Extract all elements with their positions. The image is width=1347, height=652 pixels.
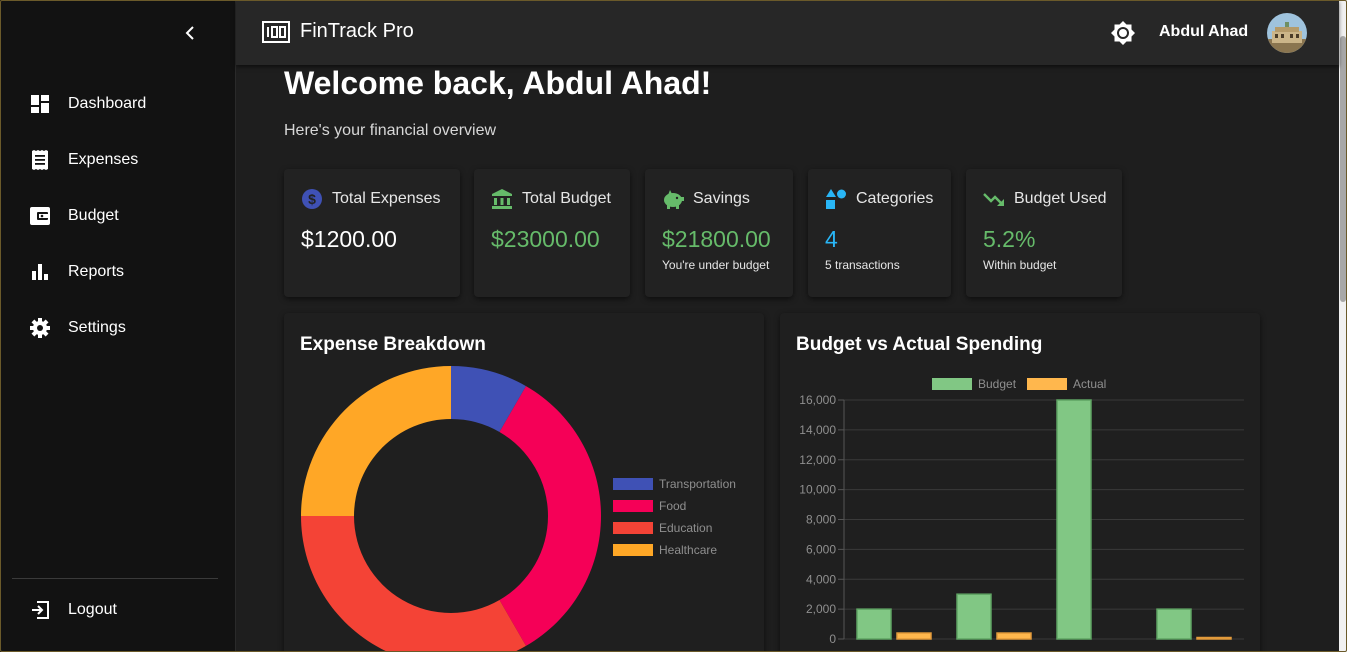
- legend-label: Food: [659, 499, 687, 513]
- legend-swatch: [613, 522, 653, 534]
- gear-icon: [30, 318, 50, 338]
- expense-breakdown-panel: Expense Breakdown Transportation Food Ed…: [284, 313, 764, 652]
- receipt-icon: [30, 150, 50, 170]
- budget-vs-actual-panel: Budget vs Actual Spending Budget Actual …: [780, 313, 1260, 652]
- y-tick-label: 4,000: [806, 572, 836, 586]
- savings-card: Savings $21800.00 You're under budget: [645, 169, 793, 297]
- logout-button[interactable]: Logout: [0, 590, 236, 630]
- legend-swatch: [613, 478, 653, 490]
- y-tick-label: 2,000: [806, 602, 836, 616]
- sidebar-item-reports[interactable]: Reports: [0, 252, 236, 292]
- donut-slice-education[interactable]: [301, 516, 526, 652]
- bank-icon: [491, 188, 513, 210]
- card-value: $23000.00: [491, 226, 600, 252]
- expense-donut-chart: [301, 366, 602, 652]
- total-expenses-card: $ Total Expenses $1200.00: [284, 169, 460, 297]
- legend-item[interactable]: Food: [613, 499, 686, 513]
- logout-icon: [30, 600, 50, 620]
- legend-label: Transportation: [659, 477, 736, 491]
- page-subtitle: Here's your financial overview: [284, 122, 497, 139]
- categories-card: Categories 4 5 transactions: [808, 169, 951, 297]
- card-title: Total Expenses: [332, 190, 441, 207]
- money-icon: [262, 21, 290, 48]
- legend-swatch: [613, 500, 653, 512]
- card-value: 5.2%: [983, 226, 1036, 252]
- trending-down-icon: [983, 188, 1005, 210]
- card-title: Total Budget: [522, 190, 611, 207]
- legend-swatch: [613, 544, 653, 556]
- y-tick-label: 12,000: [799, 453, 836, 467]
- dollar-icon: $: [301, 188, 323, 210]
- y-tick-label: 8,000: [806, 513, 836, 527]
- card-title: Savings: [693, 190, 750, 207]
- scrollbar-thumb[interactable]: [1340, 36, 1346, 302]
- legend-item[interactable]: Transportation: [613, 477, 736, 491]
- piggy-bank-icon: [662, 188, 684, 210]
- page-scrollbar[interactable]: [1339, 0, 1347, 652]
- card-value: $21800.00: [662, 226, 771, 252]
- dashboard-icon: [30, 94, 50, 114]
- sidebar-item-dashboard[interactable]: Dashboard: [0, 84, 236, 124]
- y-tick-label: 10,000: [799, 483, 836, 497]
- sidebar-item-label: Budget: [68, 207, 119, 224]
- donut-slice-healthcare[interactable]: [301, 366, 451, 516]
- top-app-bar: FinTrack Pro Abdul Ahad: [236, 0, 1339, 65]
- sidebar-divider: [12, 578, 218, 579]
- bar-budget-2[interactable]: [1056, 399, 1092, 640]
- wallet-icon: [30, 206, 50, 226]
- card-subtext: You're under budget: [662, 258, 770, 272]
- sidebar-item-expenses[interactable]: Expenses: [0, 140, 236, 180]
- legend-label: Education: [659, 521, 713, 535]
- sidebar-item-label: Settings: [68, 319, 126, 336]
- bar-actual-1[interactable]: [996, 632, 1032, 640]
- page-title: Welcome back, Abdul Ahad!: [284, 65, 712, 101]
- legend-label: Healthcare: [659, 543, 718, 557]
- card-value: $1200.00: [301, 226, 397, 252]
- bar-budget-3[interactable]: [1156, 608, 1192, 640]
- sidebar-item-budget[interactable]: Budget: [0, 196, 236, 236]
- legend-item[interactable]: Healthcare: [613, 543, 717, 557]
- bar-budget-1[interactable]: [956, 593, 992, 640]
- bar-budget-0[interactable]: [856, 608, 892, 640]
- y-tick-label: 16,000: [799, 393, 836, 407]
- legend-item[interactable]: Education: [613, 521, 712, 535]
- categories-icon: [825, 188, 847, 210]
- y-tick-label: 14,000: [799, 423, 836, 437]
- theme-toggle-button[interactable]: [1109, 19, 1137, 47]
- sidebar-item-settings[interactable]: Settings: [0, 308, 236, 348]
- card-subtext: Within budget: [983, 258, 1057, 272]
- card-subtext: 5 transactions: [825, 258, 900, 272]
- budget-used-card: Budget Used 5.2% Within budget: [966, 169, 1122, 297]
- collapse-sidebar-button[interactable]: [178, 20, 202, 46]
- total-budget-card: Total Budget $23000.00: [474, 169, 630, 297]
- sidebar-item-label: Expenses: [68, 151, 139, 168]
- card-title: Categories: [856, 190, 934, 207]
- card-title: Budget Used: [1014, 190, 1107, 207]
- y-tick-label: 0: [829, 632, 836, 646]
- card-value: 4: [825, 226, 838, 252]
- donut-slice-food[interactable]: [499, 386, 602, 646]
- main-content: Welcome back, Abdul Ahad! Here's your fi…: [236, 65, 1339, 652]
- sidebar: Dashboard Expenses Budget Reports Settin…: [0, 0, 236, 652]
- bar-chart-icon: [30, 262, 50, 282]
- avatar[interactable]: [1267, 13, 1307, 53]
- app-title: FinTrack Pro: [300, 20, 414, 42]
- svg-text:$: $: [308, 191, 316, 207]
- bar-actual-3[interactable]: [1196, 636, 1232, 640]
- sidebar-item-label: Reports: [68, 263, 125, 280]
- chevron-left-icon: [185, 26, 194, 40]
- y-tick-label: 6,000: [806, 542, 836, 556]
- bar-actual-0[interactable]: [896, 632, 932, 640]
- brightness-icon: [1111, 21, 1135, 45]
- logout-label: Logout: [68, 601, 117, 618]
- user-name: Abdul Ahad: [1159, 23, 1249, 40]
- sidebar-item-label: Dashboard: [68, 95, 147, 112]
- budget-bar-chart: 16,000 14,000 12,000 10,000 8,000 6,000 4,000 2…: [799, 393, 1244, 646]
